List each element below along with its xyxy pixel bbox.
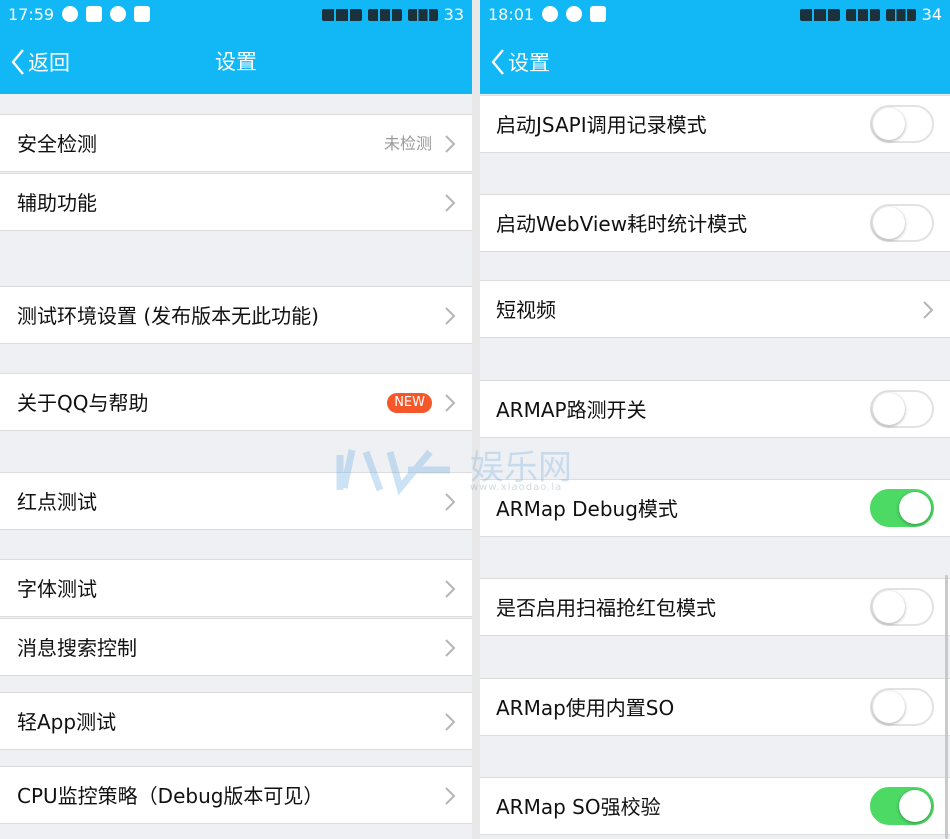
page-title: 设置	[215, 50, 257, 74]
notification-icon	[62, 6, 78, 22]
qq-icon	[86, 6, 102, 22]
list-item-armap-so-verify: ARMap SO强校验	[480, 777, 950, 835]
list-item-reddot-test[interactable]: 红点测试	[0, 472, 472, 530]
carrier-icon	[885, 9, 916, 21]
toggle-knob	[873, 207, 905, 239]
list-item-msg-search[interactable]: 消息搜索控制	[0, 618, 472, 676]
list-item-font-test[interactable]: 字体测试	[0, 559, 472, 617]
chevron-right-icon	[445, 639, 456, 657]
list-item-webview-timing: 启动WebView耗时统计模式	[480, 194, 950, 252]
scan-fu-toggle[interactable]	[870, 588, 934, 626]
chevron-left-icon	[11, 49, 24, 75]
signal-icon	[321, 9, 362, 21]
chevron-left-icon	[491, 49, 504, 75]
security-status-value: 未检测	[383, 134, 432, 153]
list-item-test-env[interactable]: 测试环境设置 (发布版本无此功能)	[0, 286, 472, 344]
list-item-accessibility[interactable]: 辅助功能	[0, 173, 472, 231]
list-item-label: 辅助功能	[17, 191, 97, 215]
chevron-right-icon	[445, 713, 456, 731]
notification-icon	[542, 6, 558, 22]
scrollbar[interactable]	[945, 575, 948, 839]
list-item-armap-debug: ARMap Debug模式	[480, 479, 950, 537]
armap-builtin-so-toggle[interactable]	[870, 688, 934, 726]
list-item-label: 是否启用扫福抢红包模式	[496, 596, 716, 620]
battery-level: 33	[443, 5, 464, 24]
back-label: 设置	[508, 51, 550, 75]
title-bar: 设置	[480, 30, 950, 94]
list-item-label: 红点测试	[17, 490, 97, 514]
back-label: 返回	[28, 51, 70, 75]
upload-icon	[134, 6, 150, 22]
wifi-icon	[845, 9, 880, 21]
list-item-label: 测试环境设置 (发布版本无此功能)	[17, 304, 319, 328]
list-item-label: ARMap SO强校验	[496, 795, 661, 819]
list-item-label: 启动WebView耗时统计模式	[496, 212, 748, 236]
system-status: 33	[321, 0, 464, 30]
toggle-knob	[873, 691, 905, 723]
chevron-right-icon	[445, 580, 456, 598]
carrier-icon	[407, 9, 438, 21]
armap-so-verify-toggle[interactable]	[870, 787, 934, 825]
list-item-label: 轻App测试	[17, 710, 117, 734]
wifi-icon	[367, 9, 402, 21]
battery-level: 34	[921, 5, 942, 24]
list-item-label: ARMAP路测开关	[496, 398, 647, 422]
status-time: 18:01	[488, 5, 535, 24]
list-item-about[interactable]: 关于QQ与帮助 NEW	[0, 373, 472, 431]
list-item-label: ARMap Debug模式	[496, 497, 678, 521]
check-circle-icon	[110, 6, 126, 22]
title-bar: 返回 设置	[0, 30, 472, 94]
list-item-label: 启动JSAPI调用记录模式	[496, 113, 707, 137]
webview-timing-toggle[interactable]	[870, 204, 934, 242]
list-item-armap-road-test: ARMAP路测开关	[480, 380, 950, 438]
upload-icon	[590, 6, 606, 22]
list-item-label: ARMap使用内置SO	[496, 696, 675, 720]
developer-settings-screen: 18:01 34 设置 启动JSAPI调用记录模式 启动WebView耗时统计模…	[480, 0, 950, 839]
list-item-jsapi-log: 启动JSAPI调用记录模式	[480, 95, 950, 153]
notification-icons	[542, 6, 606, 22]
armap-debug-toggle[interactable]	[870, 489, 934, 527]
notification-icons	[62, 6, 150, 22]
list-item-security-check[interactable]: 安全检测 未检测	[0, 114, 472, 172]
list-item-cpu-monitor[interactable]: CPU监控策略（Debug版本可见）	[0, 766, 472, 824]
chevron-right-icon	[445, 194, 456, 212]
list-item-label: 短视频	[496, 298, 556, 322]
signal-icon	[799, 9, 840, 21]
status-time: 17:59	[8, 5, 55, 24]
chevron-right-icon	[445, 787, 456, 805]
list-item-label: 字体测试	[17, 577, 97, 601]
toggle-knob	[899, 790, 931, 822]
toggle-knob	[899, 492, 931, 524]
new-badge: NEW	[387, 393, 432, 413]
chevron-right-icon	[445, 307, 456, 325]
chevron-right-icon	[445, 493, 456, 511]
list-item-label: 消息搜索控制	[17, 636, 137, 660]
system-status: 34	[799, 0, 942, 30]
jsapi-log-toggle[interactable]	[870, 105, 934, 143]
list-item-scan-fu: 是否启用扫福抢红包模式	[480, 578, 950, 636]
toggle-knob	[873, 591, 905, 623]
list-item-short-video[interactable]: 短视频	[480, 280, 950, 338]
toggle-knob	[873, 393, 905, 425]
list-item-lite-app[interactable]: 轻App测试	[0, 692, 472, 750]
status-bar: 18:01 34	[480, 0, 950, 30]
back-button[interactable]: 返回	[10, 30, 70, 94]
armap-road-test-toggle[interactable]	[870, 390, 934, 428]
toggle-knob	[873, 108, 905, 140]
list-item-label: 安全检测	[17, 132, 97, 156]
back-button[interactable]: 设置	[490, 30, 550, 94]
list-item-armap-builtin-so: ARMap使用内置SO	[480, 678, 950, 736]
check-circle-icon	[566, 6, 582, 22]
chevron-right-icon	[445, 135, 456, 153]
chevron-right-icon	[923, 301, 934, 319]
settings-screen: 17:59 33 返回 设置 安全检测 未检测 辅助功能 测试环境设置 (发布版…	[0, 0, 472, 839]
chevron-right-icon	[445, 394, 456, 412]
list-item-label: 关于QQ与帮助	[17, 391, 149, 415]
status-bar: 17:59 33	[0, 0, 472, 30]
list-item-label: CPU监控策略（Debug版本可见）	[17, 784, 324, 808]
